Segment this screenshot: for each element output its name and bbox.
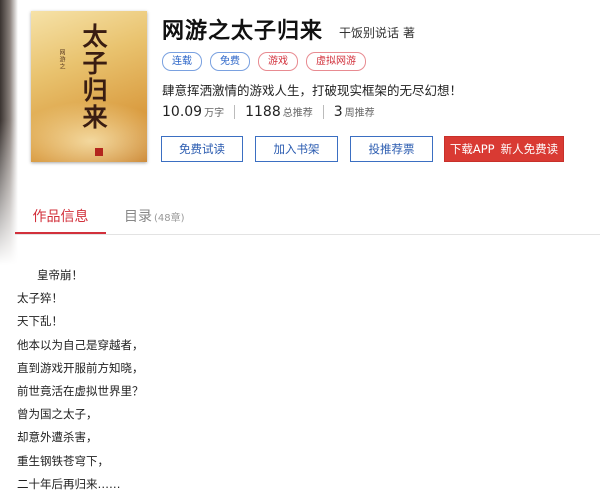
synopsis-line: 他本以为自己是穿越者， [17, 337, 144, 352]
synopsis-line: 却意外遭杀害， [17, 430, 98, 445]
download-app-label: 下载APP [449, 142, 495, 156]
vote-recommend-button[interactable]: 投推荐票 [350, 136, 433, 162]
synopsis-line: 太子猝！ [17, 291, 63, 306]
synopsis-line: 二十年后再归来…… [17, 476, 121, 491]
tag-free[interactable]: 免费 [210, 52, 250, 71]
synopsis-line: 皇帝崩！ [37, 268, 83, 282]
author-suffix: 著 [403, 26, 416, 40]
chapter-count: (48章) [154, 213, 185, 224]
book-intro: 肆意挥洒激情的游戏人生，打破现实框架的无尽幻想！ [162, 83, 463, 98]
tab-table-of-contents[interactable]: 目录 (48章) [124, 202, 185, 234]
tab-toc-label: 目录 [124, 209, 152, 225]
total-recommendations: 1188 [245, 104, 281, 120]
cover-seal [95, 148, 103, 156]
synopsis-line: 重生钢铁苍穹下， [17, 453, 109, 468]
synopsis: 皇帝崩！ 太子猝！ 天下乱！ 他本以为自己是穿越者， 直到游戏开服前方知晓， 前… [17, 264, 144, 496]
synopsis-line: 直到游戏开服前方知晓， [17, 360, 144, 375]
download-app-sublabel: 新人免费读 [500, 142, 559, 156]
page-edge-fade [0, 120, 18, 482]
word-count-unit: 万字 [204, 108, 225, 119]
author-name[interactable]: 干饭别说话 [339, 26, 399, 40]
weekly-recommendations-label: 周推荐 [344, 108, 375, 119]
download-app-button[interactable]: 下载APP 新人免费读 [444, 136, 564, 162]
add-to-shelf-button[interactable]: 加入书架 [255, 136, 338, 162]
author: 干饭别说话著 [339, 24, 415, 41]
tag-game[interactable]: 游戏 [258, 52, 298, 71]
stat-divider [322, 105, 324, 119]
tab-book-info[interactable]: 作品信息 [15, 202, 106, 234]
free-read-button[interactable]: 免费试读 [161, 136, 243, 162]
synopsis-line: 前世竟活在虚拟世界里？ [17, 383, 144, 398]
synopsis-line: 曾为国之太子， [17, 407, 98, 422]
word-count: 10.09 [162, 104, 203, 120]
book-cover[interactable]: 网游之 太子归来 [31, 11, 147, 162]
tag-serializing[interactable]: 连载 [162, 52, 202, 71]
weekly-recommendations: 3 [333, 104, 343, 120]
cover-title: 太子归来 [79, 23, 108, 131]
synopsis-line: 天下乱！ [17, 314, 63, 329]
book-title: 网游之太子归来 [162, 19, 324, 44]
book-stats: 10.09 万字 1188 总推荐 3 周推荐 [162, 104, 375, 120]
detail-tabs: 作品信息 目录 (48章) [15, 202, 600, 235]
cover-subtitle: 网游之 [58, 49, 65, 70]
stat-divider [234, 105, 236, 119]
tag-list: 连载 免费 游戏 虚拟网游 [162, 52, 366, 71]
total-recommendations-label: 总推荐 [282, 108, 313, 119]
tag-virtual-online-game[interactable]: 虚拟网游 [306, 52, 366, 71]
